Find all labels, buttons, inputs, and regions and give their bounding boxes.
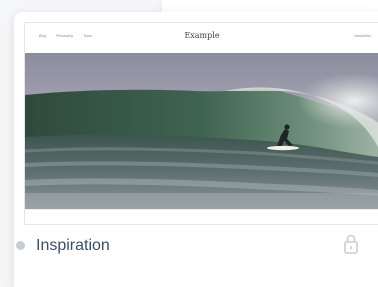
nav-item-newsletter[interactable]: Newsletter — [354, 34, 371, 38]
site-title: Example — [184, 31, 220, 40]
status-dot-icon — [16, 241, 25, 250]
lock-icon[interactable] — [344, 234, 358, 254]
site-preview[interactable]: Blog Philosophy Team Example Newsletter — [24, 22, 378, 225]
preview-footer — [25, 209, 378, 224]
hero-image — [25, 53, 378, 209]
site-header: Blog Philosophy Team Example Newsletter — [25, 23, 378, 53]
caption-row[interactable]: Inspiration — [14, 234, 364, 258]
theme-title[interactable]: Inspiration — [36, 234, 110, 258]
